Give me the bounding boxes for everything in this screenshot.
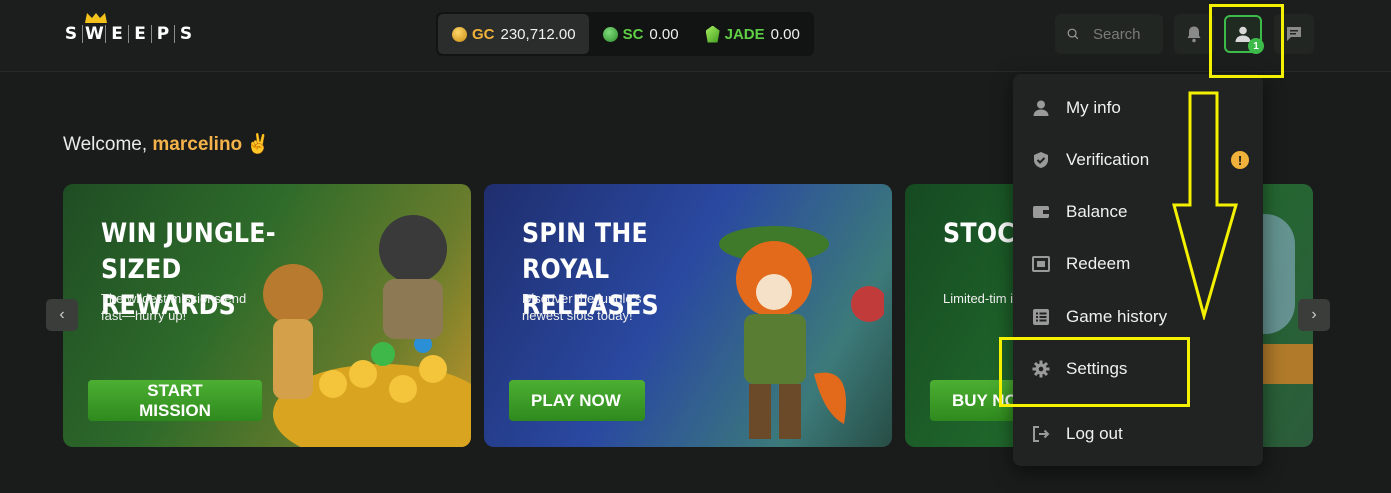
search-input[interactable] (1093, 25, 1163, 43)
top-header: S W E E P S GC 230,712.00 SC 0.00 JADE 0… (0, 0, 1391, 72)
logo-letter: E (134, 24, 146, 44)
play-now-button[interactable]: PLAY NOW (509, 380, 645, 421)
green-coin-icon (602, 26, 618, 42)
victory-hand-icon: ✌ (246, 134, 270, 155)
highlight-box-profile (1209, 4, 1284, 78)
chevron-right-icon: › (1311, 306, 1317, 323)
menu-item-log-out[interactable]: Log out (1013, 413, 1263, 455)
search-icon (1067, 28, 1079, 40)
bell-icon (1187, 26, 1201, 43)
carousel-next-button[interactable]: › (1298, 299, 1330, 331)
crown-icon (85, 13, 107, 23)
balance-sc[interactable]: SC 0.00 (589, 14, 692, 54)
start-mission-button[interactable]: START MISSION (88, 380, 262, 421)
balance-gc[interactable]: GC 230,712.00 (438, 14, 589, 54)
logo-letter: E (111, 24, 123, 44)
down-arrow-annotation (1172, 91, 1238, 320)
logout-icon (1031, 424, 1051, 444)
logo-letter: P (156, 24, 170, 44)
logo-letter: S (64, 24, 78, 44)
gold-coin-icon (452, 26, 467, 42)
banner-subtitle: Discover the jungle's newest slots today… (522, 291, 642, 323)
balance-jade[interactable]: JADE 0.00 (692, 14, 813, 54)
redeem-icon (1031, 254, 1051, 274)
username: marcelino (152, 134, 243, 155)
notifications-button[interactable] (1174, 14, 1214, 54)
list-icon (1031, 307, 1051, 327)
user-icon (1031, 98, 1051, 118)
welcome-message: Welcome, marcelino ✌ (63, 134, 270, 155)
jade-gem-icon (705, 25, 720, 43)
shield-check-icon (1031, 150, 1051, 170)
promo-banner-slots[interactable]: SPIN THE ROYAL RELEASES Discover the jun… (484, 184, 892, 447)
logo-letter: S (179, 24, 193, 44)
highlight-box-settings (999, 337, 1190, 407)
promo-banner-missions[interactable]: WIN JUNGLE-SIZED REWARDS The wildest mis… (63, 184, 471, 447)
logo-letter: W (85, 24, 104, 44)
carousel-prev-button[interactable]: ‹ (46, 299, 78, 331)
search-box[interactable] (1055, 14, 1163, 54)
wallet-icon (1031, 202, 1051, 222)
sweeps-logo[interactable]: S W E E P S (62, 13, 195, 46)
chat-icon (1287, 27, 1301, 41)
chevron-left-icon: ‹ (59, 306, 65, 323)
balance-bar: GC 230,712.00 SC 0.00 JADE 0.00 (436, 12, 814, 56)
banner-subtitle: The wildest missions end fast—hurry up! (101, 291, 247, 323)
